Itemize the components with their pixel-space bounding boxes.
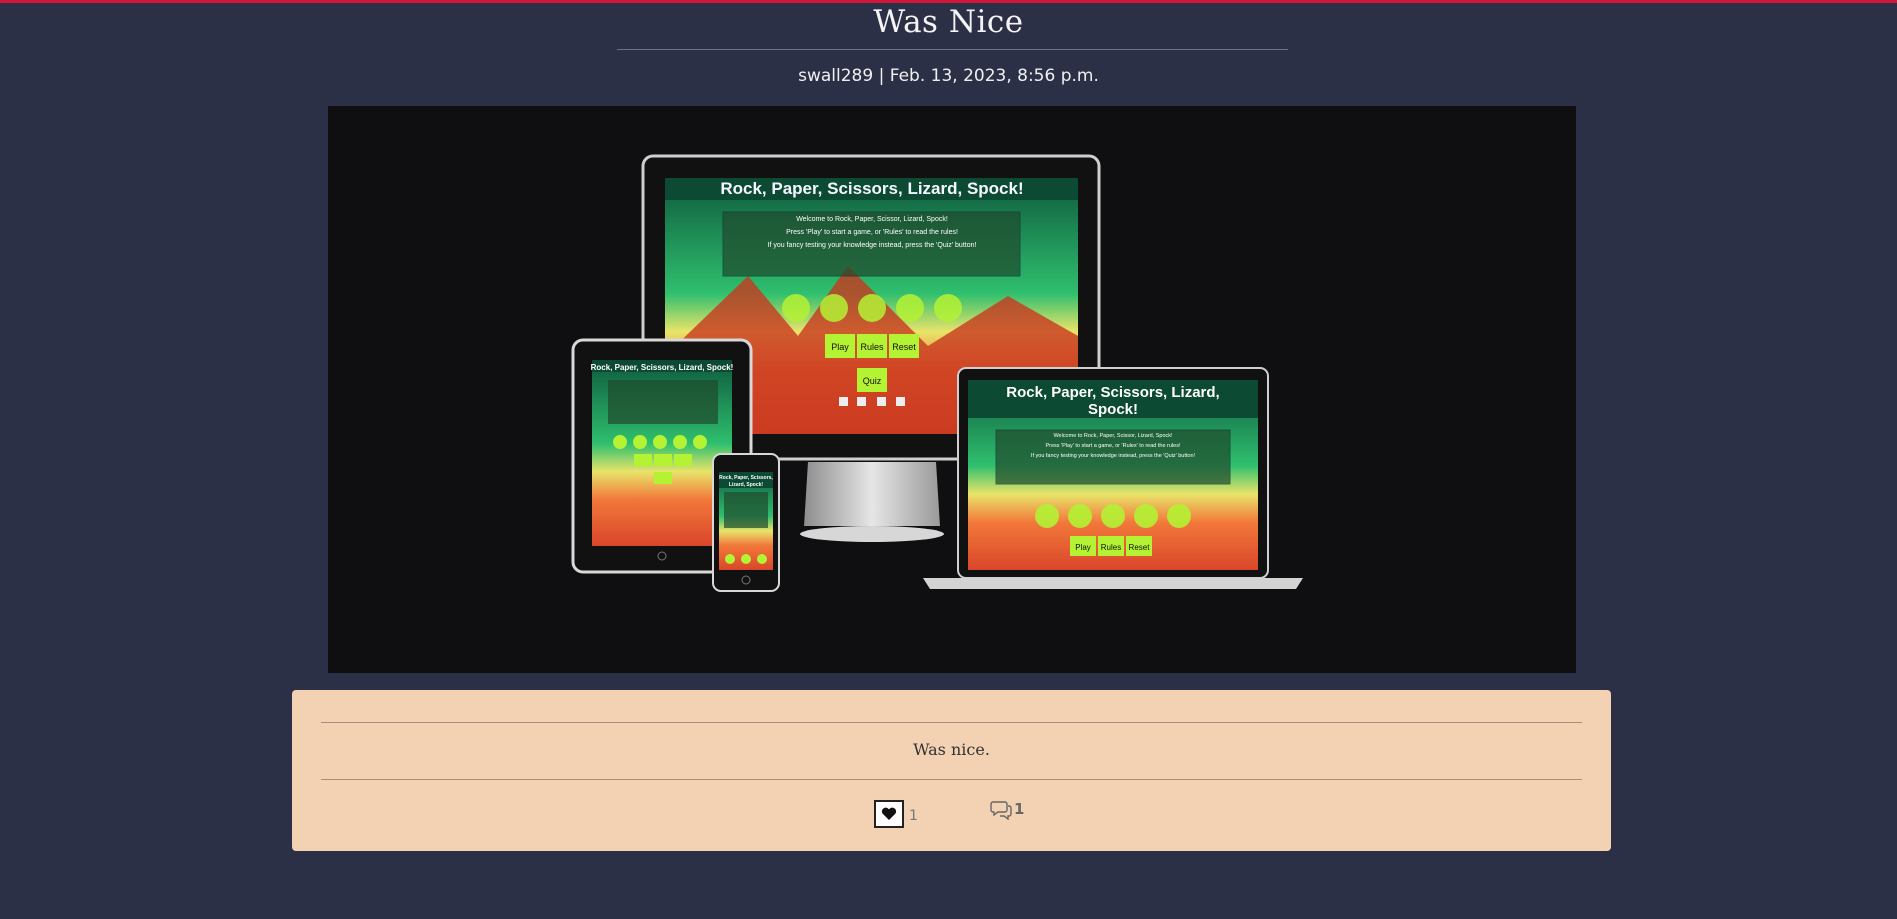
laptop-app-title-1: Rock, Paper, Scissors, Lizard,: [1006, 384, 1219, 401]
post-body: Was nice.: [913, 740, 990, 759]
monitor-app-title: Rock, Paper, Scissors, Lizard, Spock!: [720, 179, 1023, 198]
laptop-play: Play: [1075, 543, 1091, 552]
monitor-welcome-3: If you fancy testing your knowledge inst…: [768, 242, 977, 249]
post-image: Rock, Paper, Scissors, Lizard, Spock! We…: [328, 106, 1576, 673]
laptop-welcome-3: If you fancy testing your knowledge inst…: [1031, 453, 1196, 459]
comment-icon[interactable]: [990, 800, 1012, 820]
monitor-quiz: Quiz: [863, 376, 882, 386]
laptop-reset: Reset: [1129, 543, 1151, 552]
monitor-rules: Rules: [860, 342, 884, 352]
laptop-mockup: Rock, Paper, Scissors, Lizard, Spock! We…: [923, 367, 1303, 589]
title-divider: [617, 49, 1288, 50]
monitor-play: Play: [831, 342, 849, 352]
monitor-welcome-1: Welcome to Rock, Paper, Scissor, Lizard,…: [796, 216, 948, 223]
phone-app-title-1: Rock, Paper, Scissors,: [719, 475, 773, 481]
card-divider-bottom: [321, 779, 1582, 780]
top-accent-bar: [0, 0, 1897, 3]
phone-mockup: Rock, Paper, Scissors, Lizard, Spock!: [712, 453, 780, 592]
laptop-app-title-2: Spock!: [1088, 401, 1138, 418]
post-meta: swall289 | Feb. 13, 2023, 8:56 p.m.: [798, 66, 1099, 86]
monitor-welcome-2: Press 'Play' to start a game, or 'Rules'…: [786, 229, 958, 236]
phone-app-title-2: Lizard, Spock!: [729, 482, 764, 488]
monitor-reset: Reset: [892, 342, 916, 352]
heart-icon: [881, 807, 897, 820]
post-title: Was Nice: [873, 4, 1024, 40]
like-button[interactable]: [874, 800, 904, 828]
like-count: 1: [909, 808, 918, 824]
laptop-rules: Rules: [1101, 543, 1121, 552]
laptop-welcome-1: Welcome to Rock, Paper, Scissor, Lizard,…: [1053, 433, 1173, 439]
tablet-app-title: Rock, Paper, Scissors, Lizard, Spock!: [591, 363, 734, 372]
laptop-welcome-2: Press 'Play' to start a game, or 'Rules'…: [1045, 443, 1181, 449]
comment-count: 1: [1014, 800, 1025, 818]
card-divider-top: [321, 722, 1582, 723]
post-card: Was nice. 1 1: [292, 690, 1611, 851]
